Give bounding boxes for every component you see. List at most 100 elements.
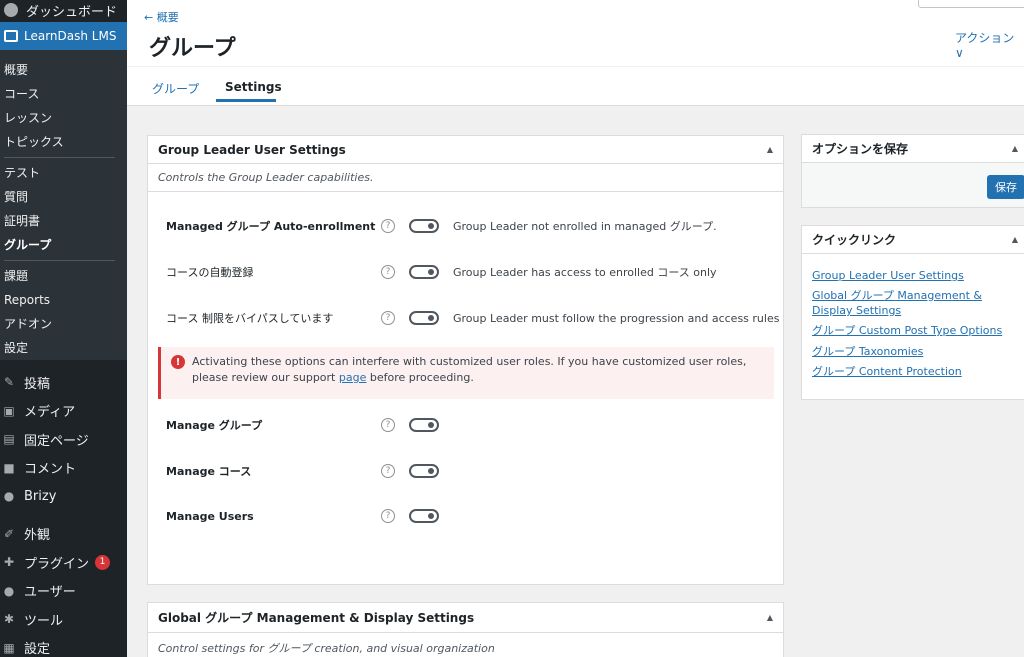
submenu-item-certificates[interactable]: 証明書 — [0, 209, 127, 233]
sidebar-item-label: ツール — [24, 613, 64, 629]
sidebar-item-learndash[interactable]: LearnDash LMS — [0, 22, 127, 50]
panel-header[interactable]: Group Leader User Settings ▲ — [148, 136, 783, 164]
panel-title: オプションを保存 — [812, 142, 909, 156]
sidebar-item-label: ユーザー — [24, 585, 76, 601]
manage-users-toggle[interactable] — [409, 509, 439, 523]
notice-text-after: before proceeding. — [366, 371, 474, 384]
sidebar-item-label: 設定 — [24, 642, 51, 657]
submenu-item-topics[interactable]: トピックス — [0, 130, 127, 154]
sidebar-item-label: プラグイン — [24, 556, 90, 572]
collapse-triangle-icon[interactable]: ▲ — [1012, 235, 1018, 244]
setting-description: Group Leader not enrolled in managed グルー… — [453, 220, 717, 233]
sidebar-item-dashboard[interactable]: ダッシュボード — [0, 0, 127, 20]
submenu-item-addons[interactable]: アドオン — [0, 312, 127, 336]
quick-link[interactable]: グループ Custom Post Type Options — [812, 323, 1002, 338]
setting-description: Group Leader has access to enrolled コース … — [453, 266, 717, 279]
update-count-badge: 1 — [95, 554, 111, 570]
submenu-item-lessons[interactable]: レッスン — [0, 106, 127, 130]
active-tab-indicator — [216, 99, 276, 102]
comment-icon: ■ — [3, 460, 15, 475]
sidebar-item-users[interactable]: ● ユーザー — [0, 577, 127, 606]
manage-groups-toggle[interactable] — [409, 418, 439, 432]
submenu-item-settings[interactable]: 設定 — [0, 336, 127, 360]
learndash-icon — [4, 30, 18, 42]
setting-label: Manage グループ — [166, 419, 263, 432]
sidebar-item-label: ダッシュボード — [26, 4, 118, 20]
panel-title: Global グループ Management & Display Setting… — [158, 611, 475, 625]
submenu-item-assignments[interactable]: 課題 — [0, 264, 127, 288]
quick-link[interactable]: Global グループ Management & Display Setting… — [812, 288, 1017, 318]
panel-title: クイックリンク — [812, 233, 897, 247]
plugin-icon: ✚ — [3, 555, 15, 570]
setting-row: コース 制限をバイパスしています ? Group Leader must fol… — [166, 310, 779, 326]
save-options-panel: オプションを保存 ▲ 保存 — [801, 134, 1024, 208]
submenu-divider — [4, 260, 115, 261]
quick-link[interactable]: グループ Content Protection — [812, 364, 962, 379]
submenu-item-groups[interactable]: グループ — [0, 233, 127, 257]
setting-row: コースの自動登録 ? Group Leader has access to en… — [166, 264, 717, 280]
panel-header[interactable]: クイックリンク ▲ — [802, 226, 1024, 254]
quick-links-panel: クイックリンク ▲ Group Leader User Settings Glo… — [801, 225, 1024, 400]
tab-settings[interactable]: Settings — [225, 80, 282, 94]
sidebar-item-label: メディア — [24, 405, 76, 421]
sidebar-item-label: コメント — [24, 462, 77, 478]
help-icon[interactable]: ? — [381, 509, 395, 523]
sidebar-item-settings[interactable]: ▦ 設定 — [0, 634, 127, 657]
sidebar-item-media[interactable]: ▣ メディア — [0, 397, 127, 426]
page-icon: ▤ — [3, 432, 15, 447]
group-leader-settings-panel: Group Leader User Settings ▲ Controls th… — [147, 135, 784, 585]
quick-link[interactable]: グループ Taxonomies — [812, 344, 923, 359]
submenu-item-courses[interactable]: コース — [0, 82, 127, 106]
sidebar-main-menu: ✎ 投稿 ▣ メディア ▤ 固定ページ ■ コメント ● Brizy ✐ 外観 … — [0, 368, 127, 657]
sidebar-item-comments[interactable]: ■ コメント — [0, 454, 127, 483]
panel-description: Control settings for グループ creation, and … — [158, 642, 495, 655]
setting-row: Manage コース ? — [166, 463, 453, 479]
sidebar-item-brizy[interactable]: ● Brizy — [0, 482, 127, 511]
sidebar-item-label: Brizy — [24, 488, 57, 504]
setting-label: Managed グループ Auto-enrollment — [166, 220, 376, 233]
submenu-item-quizzes[interactable]: テスト — [0, 161, 127, 185]
actions-dropdown[interactable]: アクション ∨ — [955, 29, 1024, 60]
sidebar-item-appearance[interactable]: ✐ 外観 — [0, 520, 127, 549]
submenu-item-overview[interactable]: 概要 — [0, 58, 127, 82]
collapse-triangle-icon[interactable]: ▲ — [767, 145, 773, 154]
back-to-overview-link[interactable]: ← 概要 — [144, 9, 179, 25]
submenu-item-reports[interactable]: Reports — [0, 288, 127, 312]
manage-courses-toggle[interactable] — [409, 464, 439, 478]
dashboard-icon — [4, 3, 18, 17]
brizy-icon: ● — [3, 489, 15, 504]
setting-row: Managed グループ Auto-enrollment ? Group Lea… — [166, 218, 717, 234]
auto-enrollment-toggle[interactable] — [409, 219, 439, 233]
screen-options-box[interactable] — [918, 0, 1024, 8]
support-page-link[interactable]: page — [339, 371, 366, 384]
tab-groups[interactable]: グループ — [152, 80, 199, 97]
setting-row: Manage Users ? — [166, 509, 453, 523]
course-auto-enroll-toggle[interactable] — [409, 265, 439, 279]
help-icon[interactable]: ? — [381, 265, 395, 279]
sidebar-item-plugins[interactable]: ✚ プラグイン 1 — [0, 548, 127, 577]
collapse-triangle-icon[interactable]: ▲ — [767, 613, 773, 622]
sidebar-item-label: 投稿 — [24, 376, 51, 392]
save-button[interactable]: 保存 — [987, 175, 1024, 199]
notice-text: Activating these options can interfere w… — [192, 354, 764, 399]
help-icon[interactable]: ? — [381, 219, 395, 233]
sidebar-item-posts[interactable]: ✎ 投稿 — [0, 368, 127, 397]
sidebar-item-label: 外観 — [24, 528, 51, 544]
page-header: ← 概要 グループ アクション ∨ グループ Settings — [127, 0, 1024, 106]
help-icon[interactable]: ? — [381, 464, 395, 478]
sidebar-item-pages[interactable]: ▤ 固定ページ — [0, 425, 127, 454]
panel-header[interactable]: オプションを保存 ▲ — [802, 135, 1024, 163]
panel-header[interactable]: Global グループ Management & Display Setting… — [148, 603, 783, 633]
sidebar-item-tools[interactable]: ✱ ツール — [0, 605, 127, 634]
help-icon[interactable]: ? — [381, 311, 395, 325]
help-icon[interactable]: ? — [381, 418, 395, 432]
submenu-item-questions[interactable]: 質問 — [0, 185, 127, 209]
quick-link[interactable]: Group Leader User Settings — [812, 268, 964, 283]
setting-description: Group Leader must follow the progression… — [453, 311, 780, 325]
sidebar-item-label: 固定ページ — [24, 433, 89, 449]
page-title: グループ — [149, 36, 236, 61]
user-icon: ● — [3, 583, 15, 598]
collapse-triangle-icon[interactable]: ▲ — [1012, 144, 1018, 153]
bypass-restrictions-toggle[interactable] — [409, 311, 439, 325]
